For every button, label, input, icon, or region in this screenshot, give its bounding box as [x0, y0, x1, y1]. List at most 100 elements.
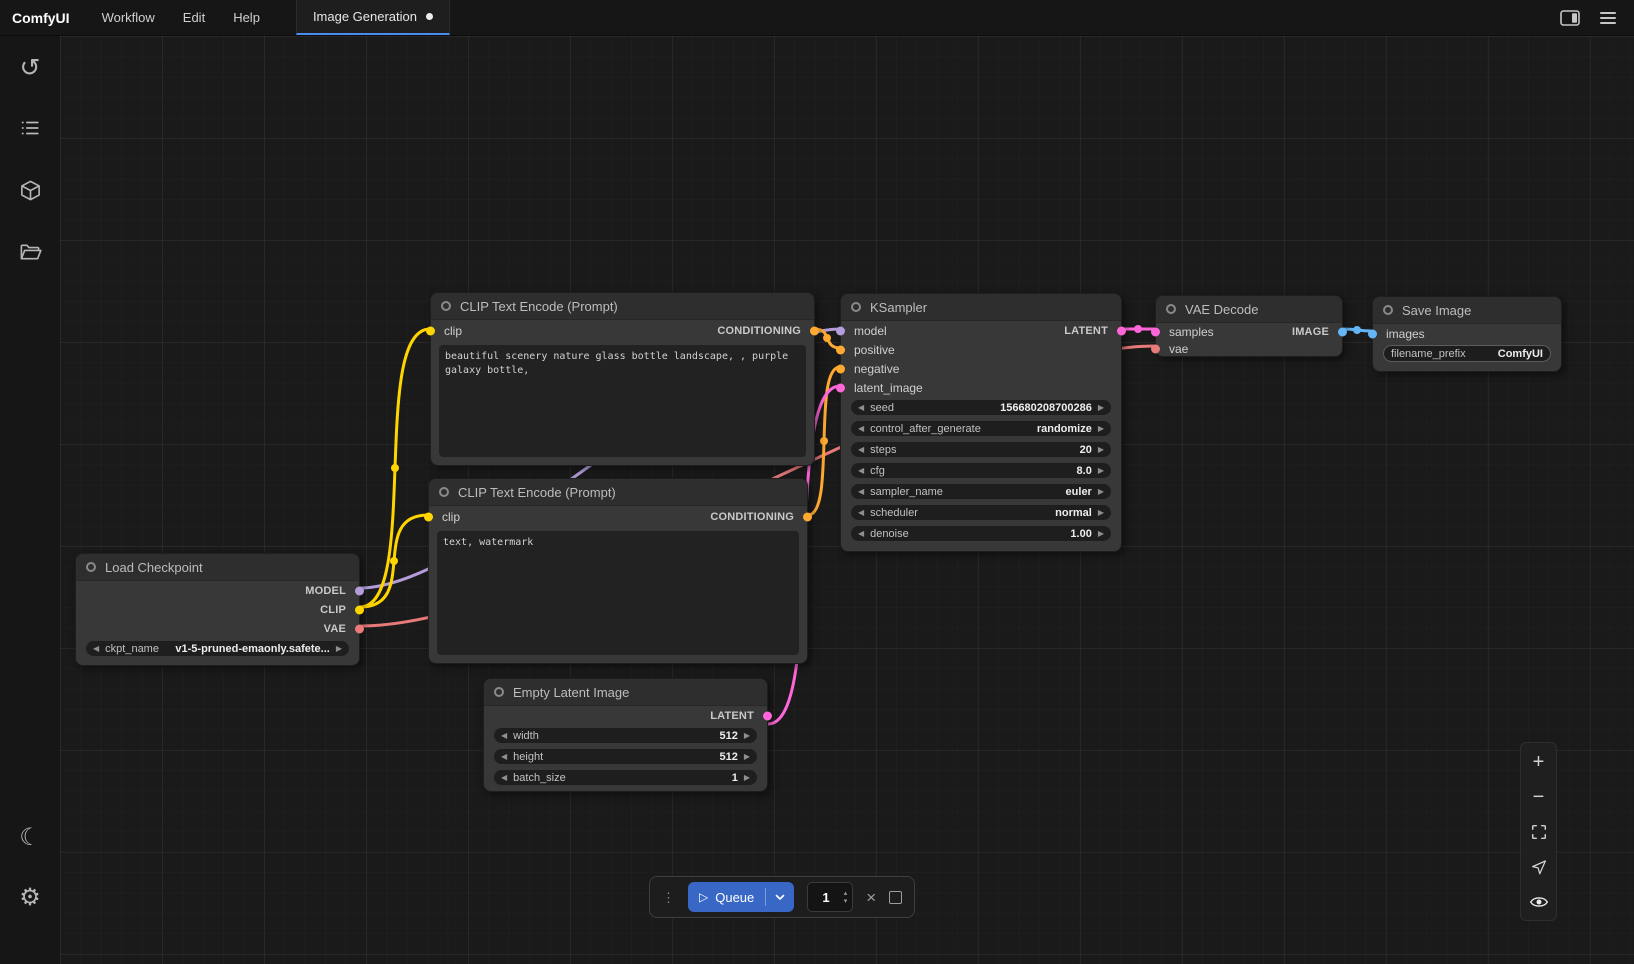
select-mode-icon[interactable] [1525, 853, 1553, 880]
decrement-icon[interactable]: ◀ [501, 732, 507, 740]
widget-steps[interactable]: ◀ steps 20 ▶ [851, 442, 1111, 457]
input-port-negative[interactable] [836, 364, 845, 373]
zoom-in-icon[interactable]: + [1525, 748, 1553, 775]
input-port-samples[interactable] [1151, 327, 1160, 336]
collapse-dot-icon[interactable] [441, 301, 451, 311]
input-port-latent-image[interactable] [836, 383, 845, 392]
increment-icon[interactable]: ▶ [1098, 446, 1104, 454]
increment-icon[interactable]: ▶ [1098, 530, 1104, 538]
settings-gear-icon[interactable]: ⚙ [10, 878, 50, 918]
input-port-clip[interactable] [426, 327, 435, 336]
increment-icon[interactable]: ▶ [1098, 488, 1104, 496]
queue-button[interactable]: ▷ Queue [688, 882, 794, 912]
node-clip-text-encode-positive[interactable]: CLIP Text Encode (Prompt) clip CONDITION… [430, 292, 815, 466]
widget-sampler-name[interactable]: ◀ sampler_name euler ▶ [851, 484, 1111, 499]
output-port-conditioning[interactable] [803, 513, 812, 522]
decrement-icon[interactable]: ◀ [858, 425, 864, 433]
widget-height[interactable]: ◀ height 512 ▶ [494, 749, 757, 764]
increment-icon[interactable]: ▶ [336, 645, 342, 653]
widget-denoise[interactable]: ◀ denoise 1.00 ▶ [851, 526, 1111, 541]
panel-toggle-icon[interactable] [1560, 10, 1580, 26]
menu-help[interactable]: Help [219, 0, 274, 35]
collapse-dot-icon[interactable] [851, 302, 861, 312]
decrement-icon[interactable]: ◀ [501, 753, 507, 761]
node-header[interactable]: VAE Decode [1156, 296, 1342, 323]
decrement-icon[interactable]: ◀ [858, 488, 864, 496]
theme-toggle-icon[interactable]: ☾ [10, 818, 50, 858]
decrement-icon[interactable]: ◀ [858, 446, 864, 454]
input-port-clip[interactable] [424, 513, 433, 522]
decrement-icon[interactable]: ◀ [858, 530, 864, 538]
node-load-checkpoint[interactable]: Load Checkpoint MODEL CLIP VAE ◀ ckpt_na… [75, 553, 360, 666]
widget-seed[interactable]: ◀ seed 156680208700286 ▶ [851, 400, 1111, 415]
collapse-dot-icon[interactable] [494, 687, 504, 697]
menu-edit[interactable]: Edit [169, 0, 219, 35]
output-port-conditioning[interactable] [810, 327, 819, 336]
increment-icon[interactable]: ▶ [1098, 404, 1104, 412]
count-down-icon[interactable]: ▾ [844, 898, 848, 905]
output-port-model[interactable] [355, 586, 364, 595]
prompt-textarea[interactable]: text, watermark [437, 531, 799, 655]
collapse-dot-icon[interactable] [86, 562, 96, 572]
output-port-latent[interactable] [1117, 326, 1126, 335]
widget-control-after-generate[interactable]: ◀ control_after_generate randomize ▶ [851, 421, 1111, 436]
zoom-out-icon[interactable]: − [1525, 783, 1553, 810]
menu-workflow[interactable]: Workflow [88, 0, 169, 35]
increment-icon[interactable]: ▶ [1098, 425, 1104, 433]
decrement-icon[interactable]: ◀ [858, 467, 864, 475]
increment-icon[interactable]: ▶ [744, 774, 750, 782]
decrement-icon[interactable]: ◀ [501, 774, 507, 782]
node-library-icon[interactable] [10, 108, 50, 148]
increment-icon[interactable]: ▶ [1098, 467, 1104, 475]
hamburger-menu-icon[interactable] [1600, 12, 1616, 24]
drag-handle-icon[interactable]: ⋮ [662, 891, 675, 904]
node-clip-text-encode-negative[interactable]: CLIP Text Encode (Prompt) clip CONDITION… [428, 478, 808, 664]
node-header[interactable]: KSampler [841, 294, 1121, 321]
node-header[interactable]: CLIP Text Encode (Prompt) [429, 479, 807, 506]
input-port-images[interactable] [1368, 329, 1377, 338]
fit-view-icon[interactable] [1525, 818, 1553, 845]
decrement-icon[interactable]: ◀ [858, 509, 864, 517]
decrement-icon[interactable]: ◀ [858, 404, 864, 412]
node-header[interactable]: CLIP Text Encode (Prompt) [431, 293, 814, 320]
stop-icon[interactable] [889, 891, 902, 904]
collapse-dot-icon[interactable] [1166, 304, 1176, 314]
input-port-positive[interactable] [836, 345, 845, 354]
queue-options-chevron-icon[interactable] [765, 888, 794, 906]
node-header[interactable]: Save Image [1373, 297, 1561, 324]
widget-scheduler[interactable]: ◀ scheduler normal ▶ [851, 505, 1111, 520]
widget-filename-prefix[interactable]: filename_prefix ComfyUI [1383, 345, 1551, 362]
prompt-textarea[interactable]: beautiful scenery nature glass bottle la… [439, 345, 806, 457]
collapse-dot-icon[interactable] [1383, 305, 1393, 315]
queue-history-icon[interactable]: ↺ [10, 48, 50, 88]
toggle-link-visibility-icon[interactable] [1525, 888, 1553, 915]
decrement-icon[interactable]: ◀ [93, 645, 99, 653]
collapse-dot-icon[interactable] [439, 487, 449, 497]
input-port-model[interactable] [836, 326, 845, 335]
output-port-image[interactable] [1338, 327, 1347, 336]
widget-ckpt-name[interactable]: ◀ ckpt_name v1-5-pruned-emaonly.safete..… [86, 641, 349, 656]
workflows-folder-icon[interactable] [10, 232, 50, 272]
tab-image-generation[interactable]: Image Generation [296, 0, 450, 35]
increment-icon[interactable]: ▶ [1098, 509, 1104, 517]
node-header[interactable]: Load Checkpoint [76, 554, 359, 581]
widget-width[interactable]: ◀ width 512 ▶ [494, 728, 757, 743]
node-save-image[interactable]: Save Image images filename_prefix ComfyU… [1372, 296, 1562, 372]
batch-count-input[interactable]: 1 ▴ ▾ [807, 882, 853, 912]
widget-batch-size[interactable]: ◀ batch_size 1 ▶ [494, 770, 757, 785]
output-port-clip[interactable] [355, 605, 364, 614]
output-port-vae[interactable] [355, 624, 364, 633]
clear-queue-icon[interactable]: × [866, 889, 876, 906]
app-logo[interactable]: ComfyUI [0, 0, 88, 35]
input-port-vae[interactable] [1151, 344, 1160, 353]
node-vae-decode[interactable]: VAE Decode samples IMAGE vae [1155, 295, 1343, 357]
node-ksampler[interactable]: KSampler model LATENT positive negative … [840, 293, 1122, 552]
widget-cfg[interactable]: ◀ cfg 8.0 ▶ [851, 463, 1111, 478]
output-port-latent[interactable] [763, 711, 772, 720]
increment-icon[interactable]: ▶ [744, 732, 750, 740]
model-library-icon[interactable] [10, 170, 50, 210]
increment-icon[interactable]: ▶ [744, 753, 750, 761]
node-empty-latent-image[interactable]: Empty Latent Image LATENT ◀ width 512 ▶ … [483, 678, 768, 792]
count-up-icon[interactable]: ▴ [844, 890, 848, 897]
node-header[interactable]: Empty Latent Image [484, 679, 767, 706]
